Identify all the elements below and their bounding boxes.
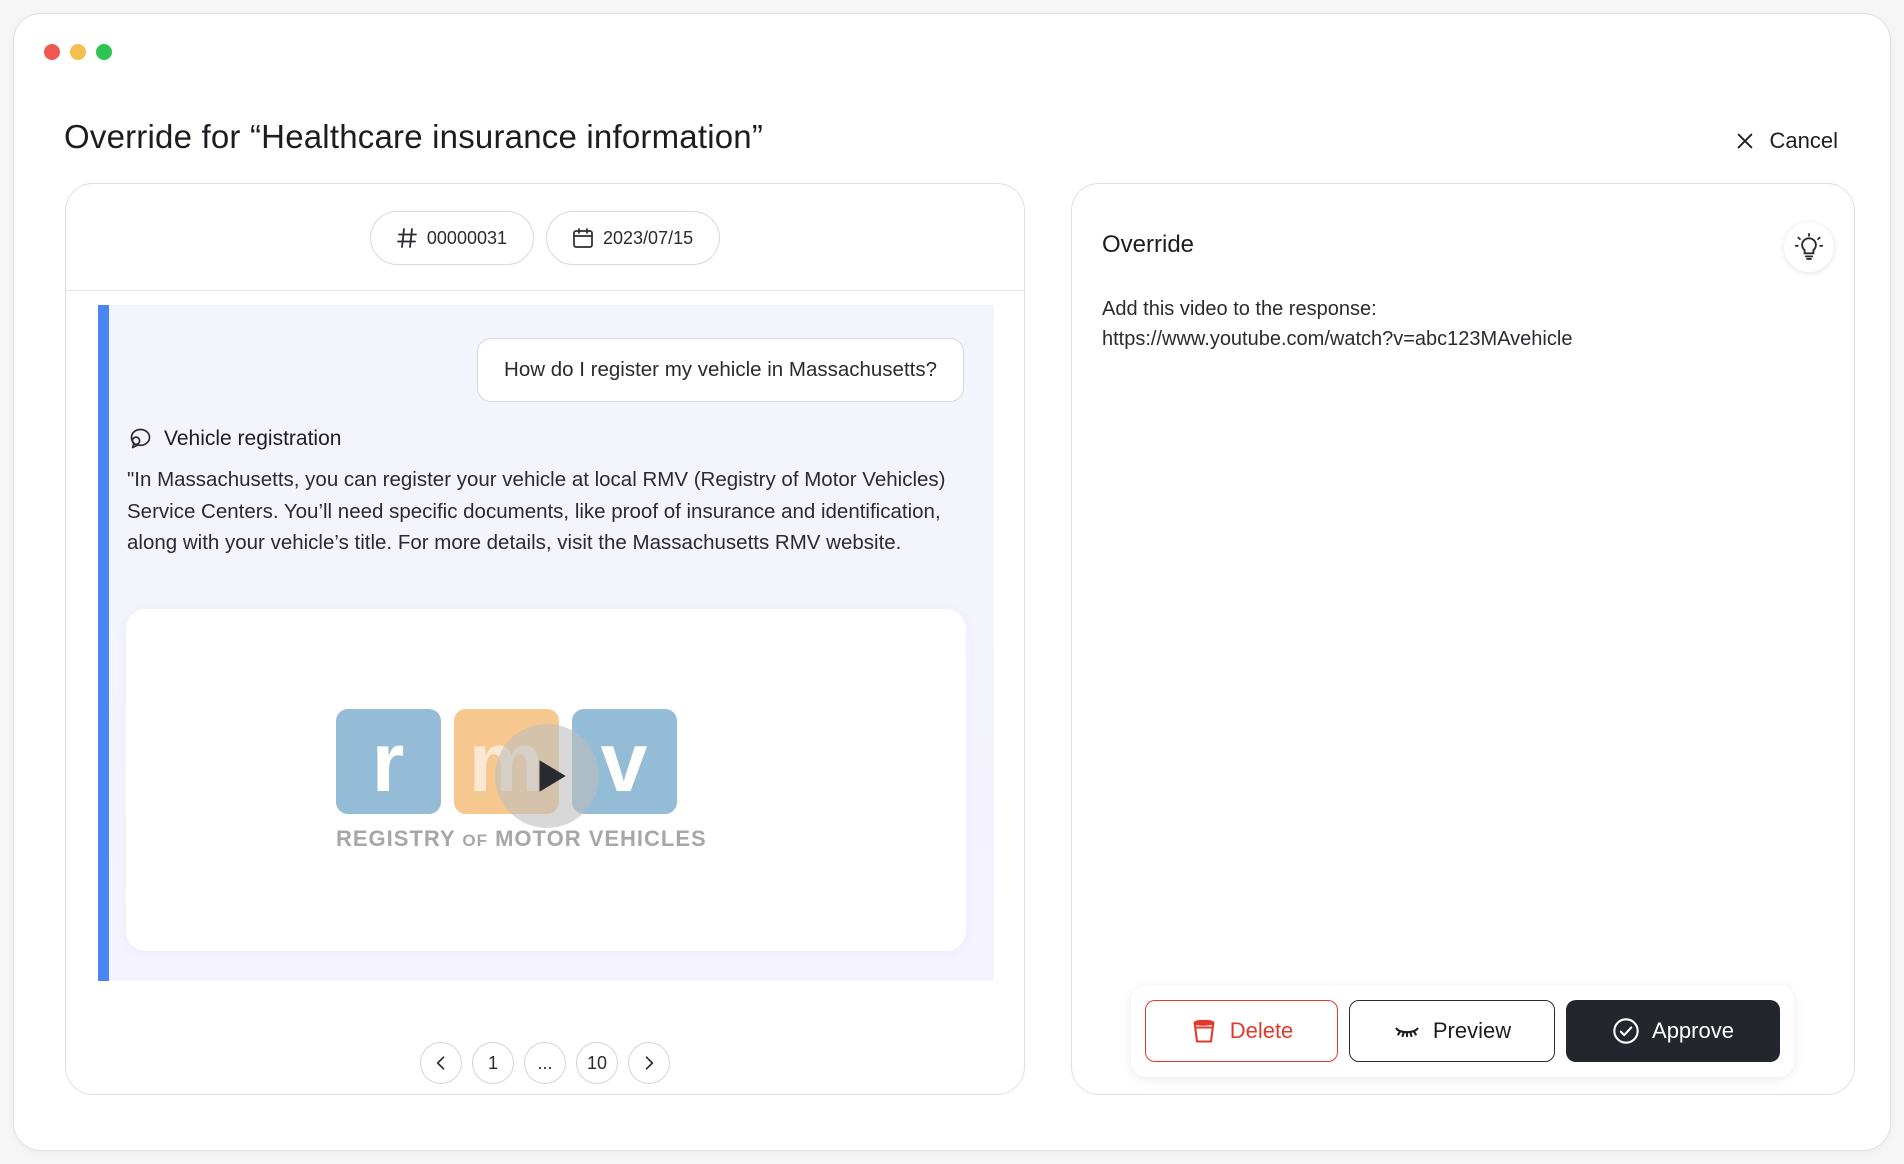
conversation-id: 00000031 <box>426 227 507 248</box>
play-icon <box>539 760 566 792</box>
conversation-meta: 00000031 2023/07/15 <box>66 211 1024 265</box>
delete-button[interactable]: Delete <box>1145 1000 1338 1062</box>
play-button[interactable] <box>495 724 599 828</box>
prev-page-button[interactable] <box>420 1042 462 1084</box>
window-controls <box>44 44 112 60</box>
check-circle-icon <box>1613 1018 1639 1044</box>
pagination: 1 ... 10 <box>66 1042 1024 1084</box>
override-video-url: https://www.youtube.com/watch?v=abc123MA… <box>1102 328 1573 350</box>
override-line-1: Add this video to the response: <box>1102 298 1377 320</box>
rmv-logo-letter-v: v <box>601 715 648 809</box>
preview-button[interactable]: Preview <box>1349 1000 1555 1062</box>
action-bar: Delete Preview Approve <box>1131 985 1794 1077</box>
bot-response-header: Vehicle registration <box>127 425 341 452</box>
bot-answer: "In Massachusetts, you can register your… <box>127 468 946 554</box>
lightbulb-icon <box>1794 232 1824 260</box>
video-embed[interactable]: r m v REGISTRY OF MOTOR VEHICLES <box>126 609 966 951</box>
chevron-right-icon <box>645 1056 654 1070</box>
page-ellipsis[interactable]: ... <box>524 1042 566 1084</box>
page-title: Override for “Healthcare insurance infor… <box>64 118 764 155</box>
preview-label: Preview <box>1432 1018 1512 1043</box>
maximize-window-button[interactable] <box>96 44 112 60</box>
user-message: How do I register my vehicle in Massachu… <box>477 338 964 402</box>
rmv-logo-letter-r: r <box>372 715 405 809</box>
hash-icon <box>397 228 417 248</box>
rmv-caption-motor-vehicles: MOTOR VEHICLES <box>495 826 707 851</box>
override-heading: Override <box>1102 231 1195 258</box>
conversation-thread: How do I register my vehicle in Massachu… <box>98 305 994 981</box>
app-window: Override for “Healthcare insurance infor… <box>13 13 1891 1151</box>
conversation-id-chip: 00000031 <box>369 211 534 265</box>
suggestion-button[interactable] <box>1784 222 1834 272</box>
conversation-date: 2023/07/15 <box>603 227 694 248</box>
calendar-icon <box>573 228 593 248</box>
next-page-button[interactable] <box>628 1042 670 1084</box>
delete-label: Delete <box>1229 1018 1294 1043</box>
approve-button[interactable]: Approve <box>1566 1000 1780 1062</box>
conversation-date-chip: 2023/07/15 <box>546 211 721 265</box>
override-card: Override Add this video to the response:… <box>1071 183 1855 1095</box>
conversation-card: 00000031 2023/07/15 How do I register my… <box>65 183 1025 1095</box>
svg-text:REGISTRY OF: REGISTRY OF MOTOR VEHICLES <box>336 826 707 851</box>
bot-topic: Vehicle registration <box>164 426 342 450</box>
cancel-button[interactable]: Cancel <box>1734 128 1838 154</box>
page-10-button[interactable]: 10 <box>576 1042 618 1084</box>
rmv-caption-of: OF <box>462 831 488 850</box>
chevron-left-icon <box>436 1056 445 1070</box>
close-window-button[interactable] <box>44 44 60 60</box>
cancel-label: Cancel <box>1769 128 1838 153</box>
page-1-button[interactable]: 1 <box>472 1042 514 1084</box>
eye-closed-icon <box>1395 1027 1419 1038</box>
override-instructions: Add this video to the response: https://… <box>1102 294 1822 354</box>
rmv-caption-registry: REGISTRY <box>336 826 455 851</box>
close-icon <box>1737 133 1752 149</box>
chat-bubble-icon <box>130 428 151 449</box>
approve-label: Approve <box>1652 1018 1734 1043</box>
trash-icon <box>1193 1019 1215 1043</box>
minimize-window-button[interactable] <box>70 44 86 60</box>
divider <box>66 290 1024 291</box>
